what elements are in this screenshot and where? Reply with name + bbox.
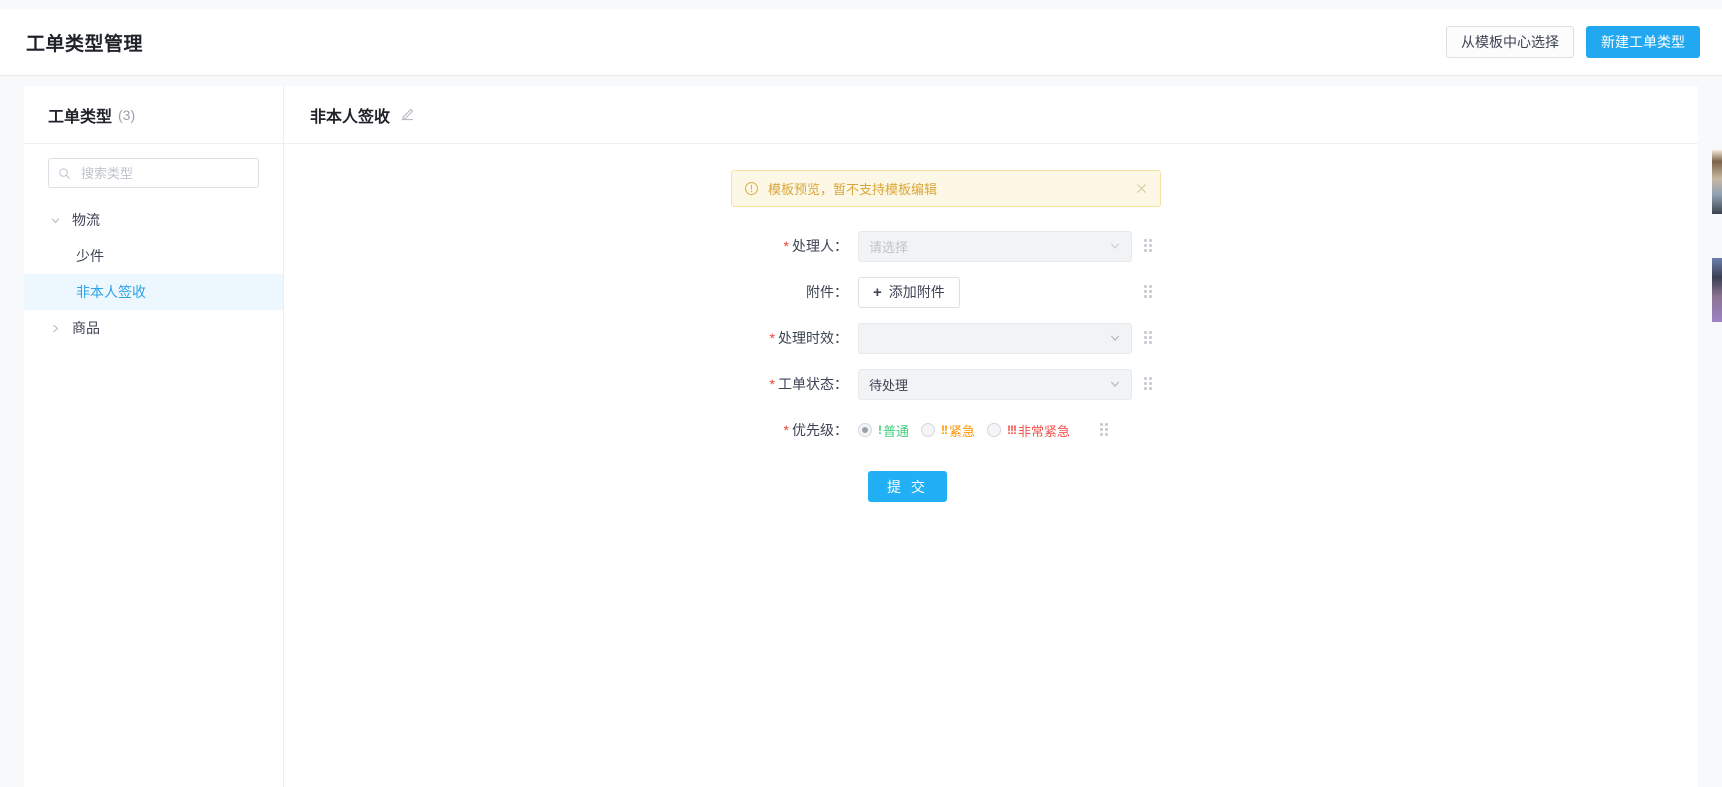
search-icon (58, 167, 71, 180)
edge-thumbnails (1712, 0, 1722, 787)
sidebar: 工单类型 (3) 搜索类型 物流 少件 非本人签收 商品 (24, 86, 284, 787)
priority-radio-group: ! 普通 !! 紧急 !!! 非常紧急 (858, 421, 1082, 440)
handler-select-value: 请选择 (869, 239, 909, 255)
sla-select[interactable] (858, 322, 1132, 354)
required-marker: * (769, 376, 775, 392)
drag-handle-icon[interactable] (1144, 285, 1158, 299)
select-from-template-center-button[interactable]: 从模板中心选择 (1446, 26, 1574, 58)
submit-button[interactable]: 提 交 (868, 471, 947, 502)
top-header: 工单类型管理 从模板中心选择 新建工单类型 (0, 9, 1722, 76)
label-text: 处理人： (792, 238, 848, 254)
submit-row: 提 交 (284, 471, 1698, 502)
priority-mark: ! (878, 423, 882, 437)
drag-handle-icon[interactable] (1144, 239, 1158, 253)
sidebar-item-shaojian[interactable]: 少件 (24, 238, 283, 274)
chevron-down-icon (1109, 378, 1121, 390)
priority-option-urgent[interactable]: !! 紧急 (921, 421, 975, 440)
form-row-status: * 工单状态： 待处理 (284, 361, 1698, 407)
priority-label: 非常紧急 (1018, 423, 1071, 439)
handler-select[interactable]: 请选择 (858, 230, 1132, 262)
priority-label: 紧急 (949, 423, 976, 439)
search-container (24, 144, 283, 188)
priority-option-very-urgent[interactable]: !!! 非常紧急 (987, 421, 1070, 440)
label-text: 附件： (806, 284, 848, 300)
edge-thumbnail-image (1712, 150, 1722, 214)
chevron-right-icon[interactable] (48, 321, 62, 335)
form-row-sla: * 处理时效： (284, 315, 1698, 361)
form-field-attachment: + 添加附件 (858, 276, 1132, 308)
form-row-handler: * 处理人： 请选择 (284, 223, 1698, 269)
sidebar-header: 工单类型 (3) (24, 86, 283, 144)
radio-icon[interactable] (921, 423, 936, 437)
status-select-value: 待处理 (869, 377, 909, 393)
status-select[interactable]: 待处理 (858, 368, 1132, 400)
alert-message: 模板预览，暂不支持模板编辑 (768, 182, 938, 197)
content-header: 非本人签收 (284, 86, 1698, 144)
page-title: 工单类型管理 (26, 33, 144, 55)
label-text: 优先级： (792, 422, 848, 438)
sidebar-item-label: 商品 (72, 320, 100, 336)
form-row-attachment: 附件： + 添加附件 (284, 269, 1698, 315)
app-root: 工单类型管理 从模板中心选择 新建工单类型 工单类型 (3) 搜索类型 物流 少… (0, 0, 1722, 787)
close-icon[interactable] (1135, 182, 1148, 195)
form-label-attachment: 附件： (284, 282, 858, 302)
sidebar-title: 工单类型 (48, 108, 113, 126)
radio-icon[interactable] (858, 423, 872, 437)
plus-icon: + (873, 283, 882, 301)
content-panel: 非本人签收 模板预览，暂不支持模板编辑 * 处理人： 请选择 附件： + 添加附… (284, 86, 1698, 787)
form-rows: * 处理人： 请选择 附件： + 添加附件 * 处理时效： * 工单状态： 待处… (284, 223, 1698, 453)
new-ticket-type-button[interactable]: 新建工单类型 (1586, 26, 1700, 58)
priority-mark: !!! (1007, 423, 1017, 437)
pencil-icon[interactable] (400, 107, 415, 122)
sidebar-count: (3) (118, 106, 136, 123)
form-field-handler: 请选择 (858, 230, 1132, 262)
form-row-priority: * 优先级： ! 普通 !! 紧急 !!! 非常紧急 (284, 407, 1698, 453)
add-attachment-label: 添加附件 (888, 284, 945, 300)
content-title: 非本人签收 (310, 108, 391, 126)
priority-option-normal[interactable]: ! 普通 (858, 421, 909, 440)
form-label-handler: * 处理人： (284, 236, 858, 256)
sidebar-item-label: 非本人签收 (76, 284, 146, 300)
required-marker: * (769, 330, 775, 346)
label-text: 处理时效： (778, 330, 848, 346)
form-field-status: 待处理 (858, 368, 1132, 400)
sidebar-item-feibenrenqianshou[interactable]: 非本人签收 (24, 274, 283, 310)
main-body: 工单类型 (3) 搜索类型 物流 少件 非本人签收 商品 非本人签收 模板预览，… (24, 86, 1698, 787)
drag-handle-icon[interactable] (1144, 331, 1158, 345)
required-marker: * (783, 238, 789, 254)
form-label-sla: * 处理时效： (284, 328, 858, 348)
search-input[interactable] (79, 164, 249, 182)
form-label-status: * 工单状态： (284, 374, 858, 394)
radio-icon[interactable] (987, 423, 1002, 437)
chevron-down-icon[interactable] (48, 213, 62, 227)
sidebar-item-label: 物流 (72, 212, 100, 228)
form-area: 模板预览，暂不支持模板编辑 * 处理人： 请选择 附件： + 添加附件 * 处理… (284, 144, 1698, 502)
sidebar-item-label: 少件 (76, 248, 104, 264)
label-text: 工单状态： (778, 376, 848, 392)
ticket-type-tree: 物流 少件 非本人签收 商品 (24, 188, 283, 346)
priority-mark: !! (941, 423, 948, 437)
priority-label: 普通 (883, 423, 910, 439)
sidebar-item-shangpin[interactable]: 商品 (24, 310, 283, 346)
drag-handle-icon[interactable] (1100, 423, 1114, 437)
search-box[interactable] (48, 158, 259, 188)
sidebar-item-wuliu[interactable]: 物流 (24, 202, 283, 238)
form-label-priority: * 优先级： (284, 420, 858, 440)
add-attachment-button[interactable]: + 添加附件 (858, 276, 960, 308)
exclamation-circle-icon (744, 181, 759, 196)
drag-handle-icon[interactable] (1144, 377, 1158, 391)
edge-thumbnail-image (1712, 258, 1722, 322)
header-actions: 从模板中心选择 新建工单类型 (1446, 26, 1700, 58)
form-field-sla (858, 322, 1132, 354)
template-preview-alert: 模板预览，暂不支持模板编辑 (731, 170, 1161, 207)
chevron-down-icon (1109, 332, 1121, 344)
required-marker: * (783, 422, 789, 438)
chevron-down-icon (1109, 240, 1121, 252)
